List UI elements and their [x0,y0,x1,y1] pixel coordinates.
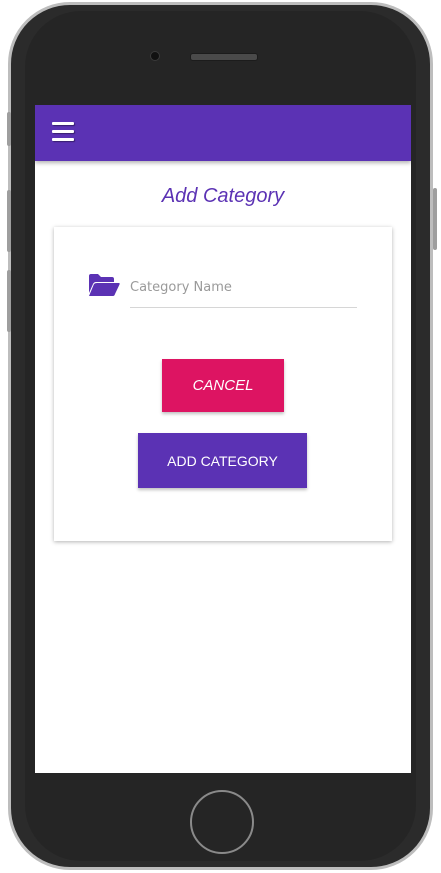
side-button-left-1 [7,112,11,146]
category-name-field [130,273,357,308]
category-name-input[interactable] [130,273,357,301]
speaker-grille [190,53,258,61]
side-button-left-2 [7,190,11,252]
app-screen: Add Category CANCEL ADD CATEGORY [35,105,411,773]
page-title: Add Category [161,185,285,207]
folder-open-icon [89,274,120,296]
hamburger-menu-icon[interactable] [52,122,76,144]
cancel-button[interactable]: CANCEL [162,359,284,412]
home-button[interactable] [190,790,254,854]
add-category-button[interactable]: ADD CATEGORY [138,433,307,488]
app-bar [35,105,411,161]
add-category-card: CANCEL ADD CATEGORY [54,227,392,541]
side-button-left-3 [7,270,11,332]
side-button-right [433,188,437,250]
camera [150,51,160,61]
